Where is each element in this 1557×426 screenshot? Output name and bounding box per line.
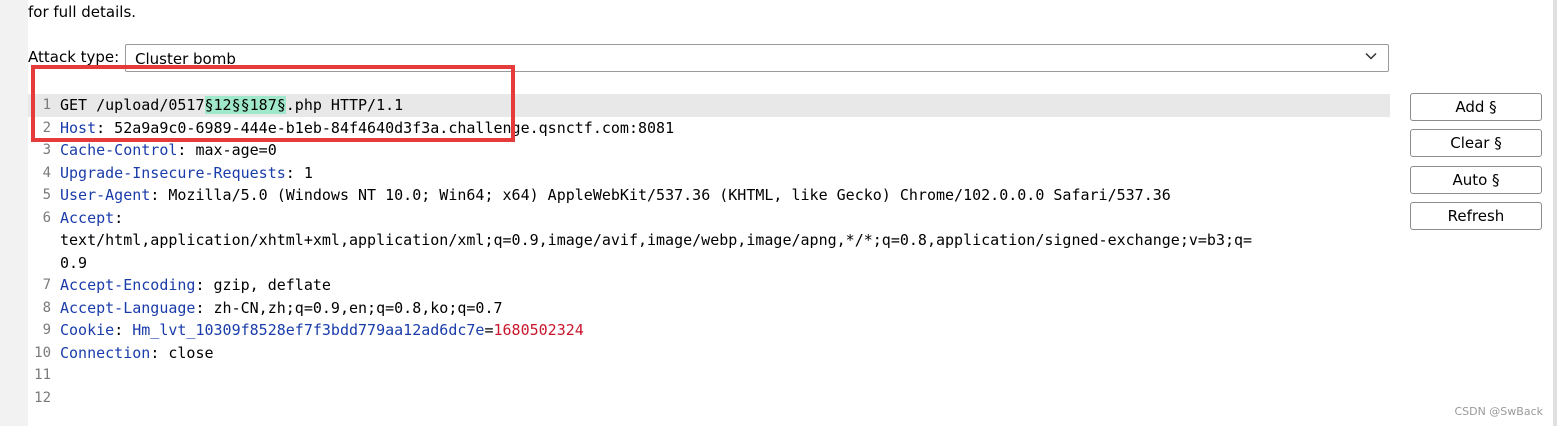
auto-payload-markers-button[interactable]: Auto § [1410, 166, 1542, 194]
watermark: CSDN @SwBack [1454, 405, 1543, 418]
request-line[interactable]: 7 Accept-Encoding: gzip, deflate [28, 274, 1390, 297]
code-text: : [114, 321, 133, 339]
request-line[interactable]: 5 User-Agent: Mozilla/5.0 (Windows NT 10.… [28, 184, 1390, 207]
request-line[interactable]: 3 Cache-Control: max-age=0 [28, 139, 1390, 162]
header-name: Host [60, 118, 97, 137]
header-name: Accept-Language [60, 298, 196, 317]
line-number: 8 [42, 299, 51, 316]
code-text: : 1 [285, 163, 313, 182]
header-name: User-Agent [60, 186, 151, 204]
code-text: : [114, 208, 124, 227]
code-text: : zh-CN,zh;q=0.9,en;q=0.8,ko;q=0.7 [195, 298, 503, 317]
code-text: : max-age=0 [177, 141, 277, 159]
line-number: 10 [34, 344, 51, 361]
line-content: Accept-Encoding: gzip, deflate [60, 274, 331, 297]
request-line[interactable]: 9 Cookie: Hm_lvt_10309f8528ef7f3bdd779aa1… [28, 319, 1390, 342]
attack-type-label: Attack type: [28, 48, 120, 66]
header-name: Connection [60, 343, 151, 362]
attack-type-value: Cluster bomb [135, 50, 236, 68]
line-content: User-Agent: Mozilla/5.0 (Windows NT 10.0… [60, 184, 1171, 207]
line-content: text/html,application/xhtml+xml,applicat… [60, 229, 1252, 252]
line-content: Host: 52a9a9c0-6989-444e-b1eb-84f4640d3f… [60, 117, 674, 140]
clear-payload-markers-button[interactable]: Clear § [1410, 129, 1542, 157]
code-text: : close [150, 343, 214, 362]
header-name: Cookie [60, 321, 115, 339]
code-text: : gzip, deflate [195, 276, 331, 294]
refresh-button[interactable]: Refresh [1410, 202, 1542, 230]
line-number: 6 [42, 209, 51, 226]
header-name: Upgrade-Insecure-Requests [60, 163, 286, 182]
line-content: Accept: [60, 207, 123, 230]
header-name: Cache-Control [60, 141, 178, 159]
right-edge-scrollbar[interactable] [1553, 0, 1557, 426]
intro-text: for full details. [28, 3, 137, 21]
line-content: 0.9 [60, 252, 87, 275]
header-name: Hm_lvt_10309f8528ef7f3bdd779aa12ad6dc7e [132, 321, 485, 339]
line-number: 12 [34, 389, 51, 406]
code-text: text/html,application/xhtml+xml,applicat… [60, 231, 1253, 249]
code-text: GET /upload/0517 [60, 96, 205, 114]
payload-marker: §12§ [204, 96, 241, 114]
add-payload-marker-button[interactable]: Add § [1410, 93, 1542, 121]
cookie-value: 1680502324 [493, 321, 584, 339]
line-number: 2 [42, 119, 51, 136]
line-content: Connection: close [60, 342, 214, 365]
request-line[interactable]: 11 [28, 364, 1390, 387]
payload-marker: §187§ [240, 96, 286, 114]
line-content: Cache-Control: max-age=0 [60, 139, 277, 162]
request-line[interactable]: text/html,application/xhtml+xml,applicat… [28, 229, 1390, 252]
code-text: .php HTTP/1.1 [285, 96, 404, 114]
attack-type-select[interactable]: Cluster bomb [125, 44, 1389, 72]
line-number: 7 [42, 277, 51, 293]
request-line[interactable]: 6 Accept: [28, 207, 1390, 230]
request-line[interactable]: 12 [28, 387, 1390, 410]
line-content: Accept-Language: zh-CN,zh;q=0.9,en;q=0.8… [60, 297, 503, 320]
line-content: Upgrade-Insecure-Requests: 1 [60, 162, 313, 185]
request-line[interactable]: 0.9 [28, 252, 1390, 275]
line-number: 11 [34, 367, 51, 383]
line-number: 5 [42, 187, 51, 203]
request-editor[interactable]: 1 GET /upload/0517§12§§187§.php HTTP/1.1 2… [28, 94, 1390, 424]
request-line[interactable]: 8 Accept-Language: zh-CN,zh;q=0.9,en;q=0.… [28, 297, 1390, 320]
code-text: : 52a9a9c0-6989-444e-b1eb-84f4640d3f3a.c… [96, 118, 675, 137]
line-content: Cookie: Hm_lvt_10309f8528ef7f3bdd779aa12… [60, 319, 584, 342]
code-text: : Mozilla/5.0 (Windows NT 10.0; Win64; x… [150, 186, 1171, 204]
header-name: Accept [60, 208, 115, 227]
line-number: 9 [42, 322, 51, 338]
request-line[interactable]: 1 GET /upload/0517§12§§187§.php HTTP/1.1 [28, 94, 1390, 117]
line-number: 4 [42, 164, 51, 181]
line-content: GET /upload/0517§12§§187§.php HTTP/1.1 [60, 94, 403, 117]
line-number: 3 [42, 142, 51, 158]
request-line[interactable]: 2 Host: 52a9a9c0-6989-444e-b1eb-84f4640d3… [28, 117, 1390, 140]
request-line[interactable]: 4 Upgrade-Insecure-Requests: 1 [28, 162, 1390, 185]
left-gutter-strip [0, 0, 28, 426]
chevron-down-icon [1365, 52, 1377, 60]
code-text: 0.9 [60, 253, 88, 272]
request-line[interactable]: 10 Connection: close [28, 342, 1390, 365]
header-name: Accept-Encoding [60, 276, 196, 294]
line-number: 1 [42, 97, 51, 113]
